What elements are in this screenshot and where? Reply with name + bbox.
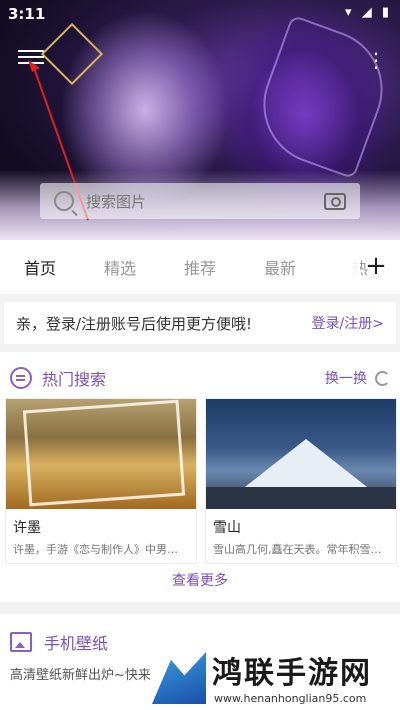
hot-search-card[interactable]: 雪山 雪山高几何,矗在天表。常年积雪… [205,398,397,564]
category-tabs: 首页 精选 推荐 最新 热 + [0,240,400,294]
login-prompt[interactable]: 亲，登录/注册账号后使用更方便哦! 登录/注册> [4,302,396,344]
card-image-snow-mountain[interactable] [206,399,396,509]
tab-featured[interactable]: 精选 [80,255,160,279]
search-placeholder[interactable]: 搜索图片 [86,191,324,212]
wallpaper-title: 手机壁纸 [44,634,109,653]
search-bar[interactable]: 搜索图片 [40,183,360,219]
refresh-label[interactable]: 换一换 [325,368,367,388]
wallpaper-description: 高清壁纸新鲜出炉~快来 [10,668,151,683]
card-image-xumo[interactable] [6,399,196,509]
status-time: 3:11 [8,5,46,23]
hot-search-icon [10,367,32,389]
watermark-url: www.henanhonglian95.com [214,692,367,705]
battery-icon: ▮ [381,5,392,20]
plus-icon[interactable]: + [362,251,390,281]
search-icon [54,191,74,211]
hot-search-section: 热门搜索 换一换 许墨 许墨，手游《恋与制作人》中男… 雪山 雪山高几何,矗在天… [0,352,400,602]
camera-icon[interactable] [324,192,346,210]
login-register-link[interactable]: 登录/注册> [312,313,384,333]
view-more-link[interactable]: 查看更多 [0,570,400,590]
refresh-button[interactable]: 换一换 [325,368,390,388]
wallpaper-header: 手机壁纸 [10,630,108,654]
hot-search-header: 热门搜索 [10,366,106,390]
card-title: 雪山 [213,520,241,536]
watermark-logo-icon [152,652,206,704]
refresh-icon[interactable] [375,370,390,386]
hero-banner: 3:11 ▾ ◢ ▮ ⋮ 搜索图片 [0,0,400,240]
wifi-icon: ▾ [345,5,355,20]
tab-home[interactable]: 首页 [0,255,80,279]
watermark: 鸿联手游网 www.henanhonglian95.com [150,648,400,710]
image-icon [10,632,32,652]
tab-latest[interactable]: 最新 [240,255,320,279]
login-prompt-text: 亲，登录/注册账号后使用更方便哦! [16,314,253,333]
status-bar: 3:11 ▾ ◢ ▮ [0,0,400,28]
status-icons: ▾ ◢ ▮ [345,5,392,20]
watermark-name: 鸿联手游网 [212,656,372,691]
hamburger-menu-icon[interactable] [18,46,44,68]
tabs-fade [330,240,360,294]
signal-icon: ◢ [361,5,375,20]
card-description: 许墨，手游《恋与制作人》中男… [13,543,178,556]
card-description: 雪山高几何,矗在天表。常年积雪… [213,543,382,556]
card-title: 许墨 [13,520,41,536]
more-icon[interactable]: ⋮ [366,48,386,72]
hot-search-title: 热门搜索 [42,370,107,389]
hot-search-card[interactable]: 许墨 许墨，手游《恋与制作人》中男… [5,398,197,564]
tab-recommended[interactable]: 推荐 [160,255,240,279]
